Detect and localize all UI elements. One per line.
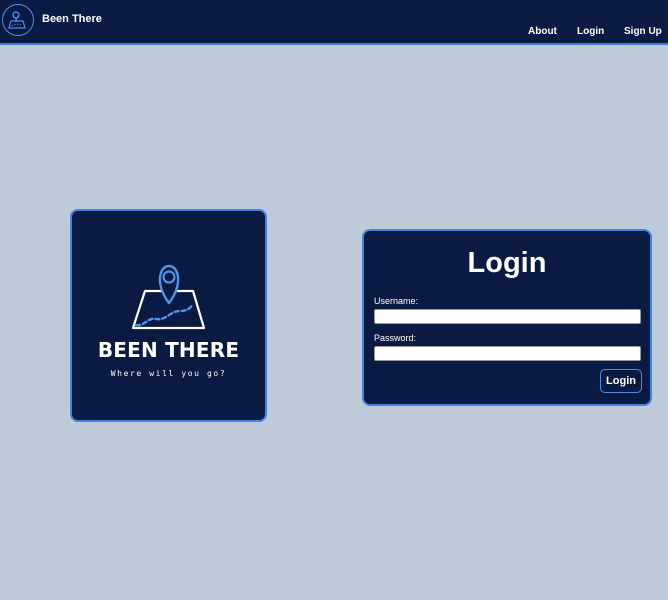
login-form-card: Login Username: Password: Login — [362, 229, 652, 406]
top-navbar: Been There About Login Sign Up — [0, 0, 668, 45]
nav-link-about[interactable]: About — [528, 26, 557, 37]
map-pin-icon[interactable] — [2, 4, 34, 36]
nav-link-login[interactable]: Login — [577, 26, 604, 37]
login-title: Login — [467, 247, 547, 279]
logo-tagline: Where will you go? — [110, 369, 227, 378]
username-input[interactable] — [374, 309, 641, 324]
password-label: Password: — [374, 333, 417, 343]
username-label: Username: — [374, 296, 419, 306]
password-input[interactable] — [374, 346, 641, 361]
brand-name[interactable]: Been There — [42, 13, 102, 25]
map-with-pin-icon — [130, 261, 210, 336]
nav-link-sign-up[interactable]: Sign Up — [624, 26, 662, 37]
brand-logo-card: BEEN THERE Where will you go? — [70, 209, 267, 422]
login-submit-button[interactable]: Login — [600, 369, 642, 393]
logo-title: BEEN THERE — [97, 338, 240, 362]
